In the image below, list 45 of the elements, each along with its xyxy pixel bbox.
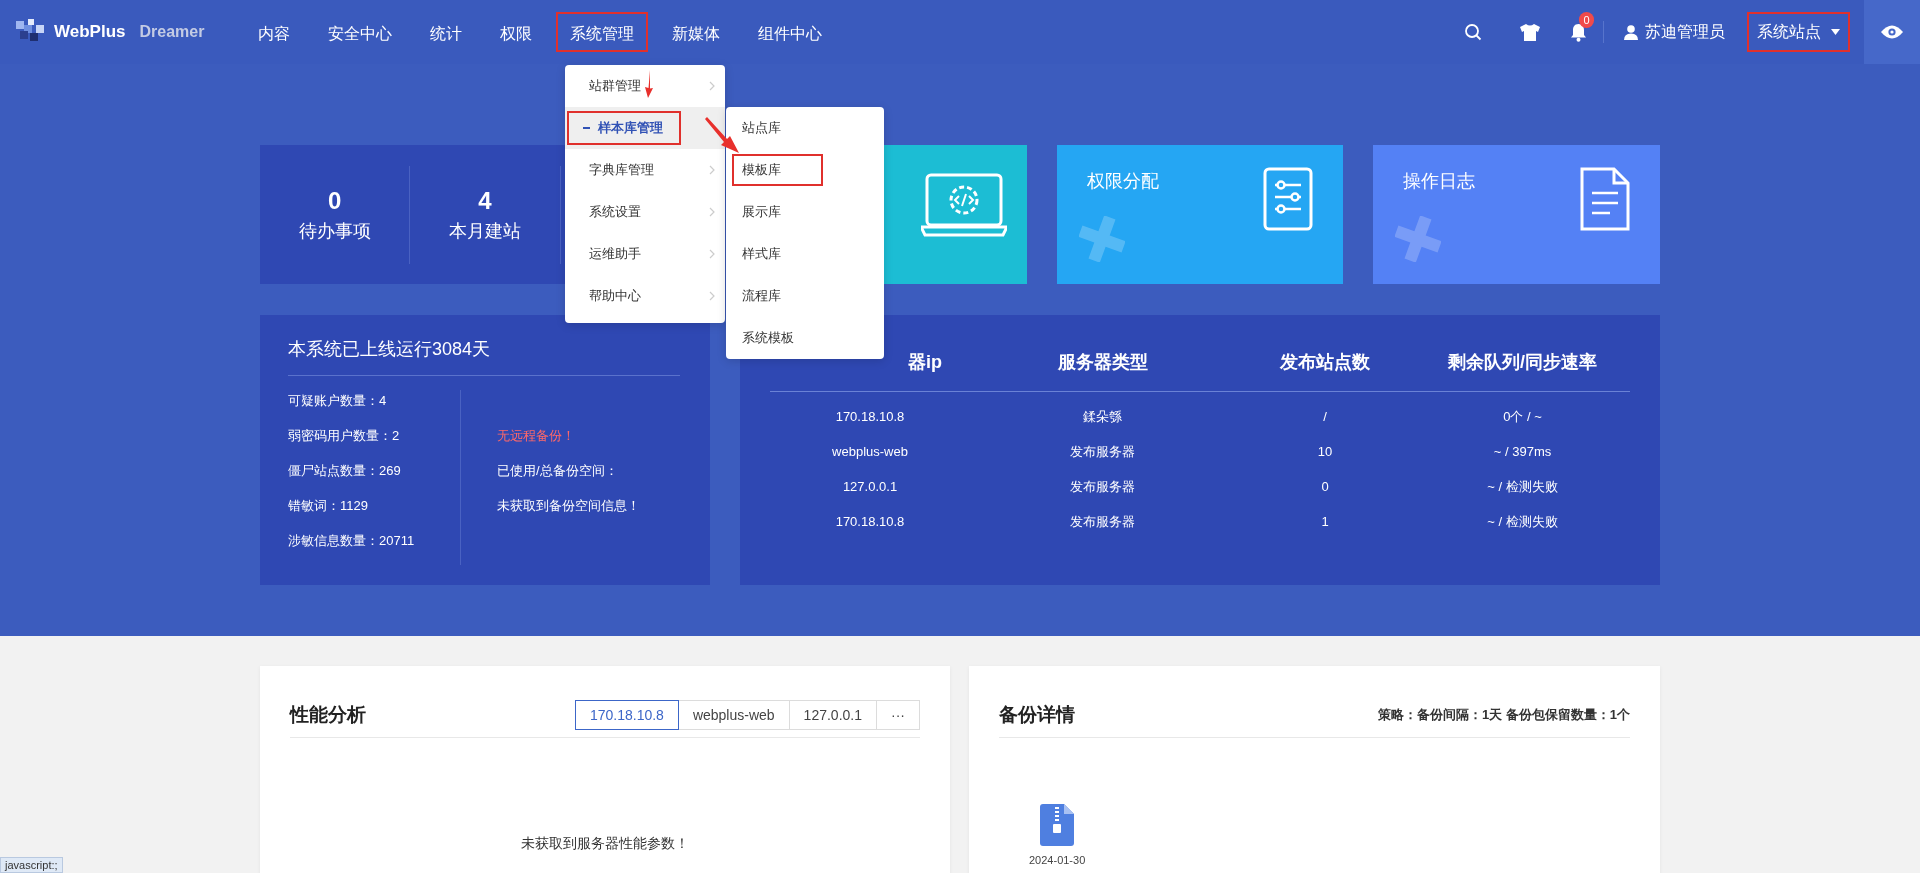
table-cell-text: / <box>1322 408 1328 426</box>
table-cell-text: 170.18.10.8 <box>834 513 906 531</box>
backup-policy: 策略：备份间隔：1天 备份包保留数量：1个 <box>1377 705 1630 724</box>
table-cell-text: 0个 / ~ <box>1502 408 1543 426</box>
backup-text: 未获取到备份空间信息！ <box>497 497 640 515</box>
table-cell-text: ~ / 检测失败 <box>1486 513 1559 531</box>
shortcut-title: 操作日志 <box>1403 170 1476 193</box>
shortcut-title: 权限分配 <box>1086 170 1159 193</box>
stat-value: 4 <box>478 186 492 215</box>
table-cell-text: 0 <box>1320 478 1330 496</box>
card-title: 备份详情 <box>999 702 1075 727</box>
empty-message: 未获取到服务器性能参数！ <box>520 835 690 853</box>
card-title: 性能分析 <box>290 702 366 727</box>
count-text: 弱密码用户数量：2 <box>288 427 401 445</box>
column-header: 发布站点数 <box>1279 351 1371 374</box>
table-cell-text: 127.0.0.1 <box>841 478 899 496</box>
count-text: 错敏词：1129 <box>288 497 369 515</box>
table-cell-text: 发布服务器 <box>1069 478 1136 496</box>
logo-name: WebPlus <box>54 22 126 42</box>
backup-warning: 无远程备份！ <box>497 427 576 445</box>
count-text: 涉敏信息数量：20711 <box>288 532 416 550</box>
table-cell-text: 发布服务器 <box>1069 443 1136 461</box>
table-cell-text: 鍒朵綔 <box>1082 408 1123 426</box>
table-cell-text: 170.18.10.8 <box>834 408 906 426</box>
column-header: 剩余队列/同步速率 <box>1447 351 1598 374</box>
count-text: 僵尸站点数量：269 <box>288 462 402 480</box>
logo-suffix: Dreamer <box>139 23 205 41</box>
site-label: 系统站点 <box>1757 21 1821 42</box>
stat-label: 待办事项 <box>298 219 371 243</box>
column-header: 器ip <box>907 351 943 374</box>
table-cell-text: 1 <box>1320 513 1330 531</box>
notification-badge: 0 <box>1579 11 1594 28</box>
table-cell-text: webplus-web <box>831 443 909 461</box>
table-cell-text: 发布服务器 <box>1069 513 1136 531</box>
user-name: 苏迪管理员 <box>1645 21 1725 42</box>
stat-value: 0 <box>328 186 342 215</box>
uptime-title: 本系统已上线运行3084天 <box>288 337 680 376</box>
count-text: 可疑账户数量：4 <box>288 392 388 410</box>
stat-label: 本月建站 <box>449 219 521 243</box>
table-cell-text: ~ / 397ms <box>1492 443 1553 461</box>
backup-text: 已使用/总备份空间： <box>497 462 619 480</box>
table-cell-text: 10 <box>1316 443 1334 461</box>
table-cell-text: ~ / 检测失败 <box>1486 478 1559 496</box>
file-date: 2024-01-30 <box>1029 854 1086 866</box>
column-header: 服务器类型 <box>1056 351 1149 374</box>
